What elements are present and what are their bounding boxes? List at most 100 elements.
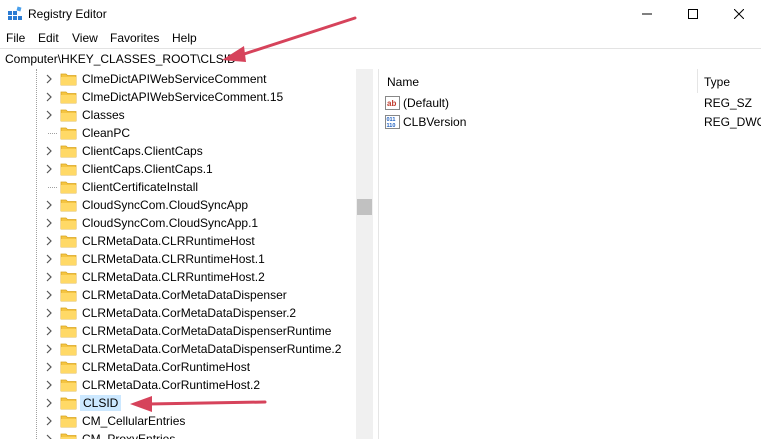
chevron-right-icon[interactable]	[44, 271, 54, 283]
tree-item[interactable]: CLRMetaData.CorMetaDataDispenserRuntime.…	[0, 340, 356, 358]
menu-file[interactable]: File	[6, 31, 25, 45]
tree-item[interactable]: ClientCertificateInstall	[0, 178, 356, 196]
tree-item-label: CloudSyncCom.CloudSyncApp.1	[82, 216, 259, 230]
chevron-right-icon[interactable]	[44, 379, 54, 391]
folder-icon	[60, 343, 77, 356]
folder-icon	[60, 127, 77, 140]
chevron-right-icon[interactable]	[44, 217, 54, 229]
value-name: (Default)	[403, 96, 450, 110]
folder-icon	[60, 73, 77, 86]
value-row[interactable]: 011 110 CLBVersion REG_DWOR	[379, 113, 761, 132]
tree-item[interactable]: CM_CellularEntries	[0, 412, 356, 430]
menu-view[interactable]: View	[72, 31, 98, 45]
registry-editor-icon	[8, 6, 22, 20]
tree-item[interactable]: CloudSyncCom.CloudSyncApp.1	[0, 214, 356, 232]
tree-item[interactable]: ClientCaps.ClientCaps	[0, 142, 356, 160]
minimize-icon	[642, 13, 652, 15]
chevron-right-icon[interactable]	[44, 253, 54, 265]
chevron-right-icon[interactable]	[44, 145, 54, 157]
tree-item-label: Classes	[82, 108, 125, 122]
tree-item[interactable]: CLRMetaData.CLRRuntimeHost.2	[0, 268, 356, 286]
menu-help[interactable]: Help	[172, 31, 197, 45]
chevron-right-icon[interactable]	[44, 361, 54, 373]
svg-text:110: 110	[387, 123, 396, 129]
column-divider[interactable]	[697, 69, 698, 93]
folder-icon	[60, 325, 77, 338]
tree-item[interactable]: ClientCaps.ClientCaps.1	[0, 160, 356, 178]
key-tree[interactable]: ClmeDictAPIWebServiceComment ClmeDictAPIW…	[0, 69, 356, 439]
value-row[interactable]: ab (Default) REG_SZ	[379, 94, 761, 113]
folder-icon	[60, 217, 77, 230]
chevron-right-icon[interactable]	[44, 415, 54, 427]
tree-item[interactable]: ClmeDictAPIWebServiceComment.15	[0, 88, 356, 106]
tree-item-label: ClientCaps.ClientCaps	[82, 144, 203, 158]
string-value-icon: ab	[385, 96, 400, 110]
tree-item-label: ClientCertificateInstall	[82, 180, 199, 194]
folder-icon	[60, 289, 77, 302]
chevron-right-icon[interactable]	[44, 397, 54, 409]
tree-item[interactable]: CM_ProxyEntries	[0, 430, 356, 439]
tree-item-label: CLRMetaData.CLRRuntimeHost.1	[82, 252, 265, 266]
tree-item[interactable]: CLRMetaData.CorMetaDataDispenser	[0, 286, 356, 304]
tree-item[interactable]: CLRMetaData.CorRuntimeHost	[0, 358, 356, 376]
tree-item[interactable]: CleanPC	[0, 124, 356, 142]
folder-icon	[60, 397, 77, 410]
address-path[interactable]: Computer\HKEY_CLASSES_ROOT\CLSID	[5, 52, 236, 66]
folder-icon	[60, 307, 77, 320]
chevron-right-icon[interactable]	[44, 91, 54, 103]
folder-icon	[60, 163, 77, 176]
chevron-right-icon[interactable]	[44, 109, 54, 121]
tree-item[interactable]: CloudSyncCom.CloudSyncApp	[0, 196, 356, 214]
folder-icon	[60, 361, 77, 374]
menu-edit[interactable]: Edit	[38, 31, 59, 45]
folder-icon	[60, 433, 77, 439]
tree-item[interactable]: CLRMetaData.CLRRuntimeHost.1	[0, 250, 356, 268]
tree-item[interactable]: CLRMetaData.CorMetaDataDispenser.2	[0, 304, 356, 322]
address-bar[interactable]: Computer\HKEY_CLASSES_ROOT\CLSID	[0, 48, 761, 70]
tree-item-label: CLRMetaData.CorRuntimeHost	[82, 360, 251, 374]
folder-icon	[60, 253, 77, 266]
chevron-right-icon[interactable]	[44, 307, 54, 319]
folder-icon	[60, 271, 77, 284]
title-bar: Registry Editor	[0, 0, 761, 28]
tree-item-label: CLRMetaData.CorMetaDataDispenserRuntime.…	[82, 342, 342, 356]
chevron-right-icon[interactable]	[44, 199, 54, 211]
folder-icon	[60, 415, 77, 428]
tree-item[interactable]: CLSID	[0, 394, 356, 412]
folder-icon	[60, 91, 77, 104]
tree-item-label: ClmeDictAPIWebServiceComment	[82, 72, 267, 86]
chevron-right-icon[interactable]	[44, 73, 54, 85]
maximize-button[interactable]	[670, 0, 716, 28]
tree-scrollbar[interactable]	[356, 69, 373, 439]
tree-item-label: CM_CellularEntries	[82, 414, 186, 428]
tree-item[interactable]: ClmeDictAPIWebServiceComment	[0, 70, 356, 88]
minimize-button[interactable]	[624, 0, 670, 28]
close-button[interactable]	[716, 0, 761, 28]
value-type: REG_SZ	[704, 96, 753, 110]
folder-icon	[60, 235, 77, 248]
chevron-right-icon[interactable]	[44, 235, 54, 247]
tree-item-label: CLRMetaData.CorRuntimeHost.2	[82, 378, 261, 392]
scroll-thumb[interactable]	[357, 199, 372, 215]
tree-item-label: CLRMetaData.CLRRuntimeHost	[82, 234, 255, 248]
folder-icon	[60, 181, 77, 194]
menu-favorites[interactable]: Favorites	[110, 31, 159, 45]
tree-item-label: CLRMetaData.CorMetaDataDispenser.2	[82, 306, 297, 320]
tree-item[interactable]: CLRMetaData.CorRuntimeHost.2	[0, 376, 356, 394]
tree-item[interactable]: Classes	[0, 106, 356, 124]
chevron-right-icon[interactable]	[44, 163, 54, 175]
folder-icon	[60, 109, 77, 122]
tree-connector	[48, 187, 57, 188]
tree-item-label: CleanPC	[82, 126, 131, 140]
svg-text:ab: ab	[387, 99, 396, 108]
values-list[interactable]: Name Type ab (Default) REG_SZ 011 110 CL…	[379, 69, 761, 439]
chevron-right-icon[interactable]	[44, 433, 54, 439]
tree-item-label: ClientCaps.ClientCaps.1	[82, 162, 213, 176]
chevron-right-icon[interactable]	[44, 289, 54, 301]
value-name: CLBVersion	[403, 115, 467, 129]
tree-item[interactable]: CLRMetaData.CorMetaDataDispenserRuntime	[0, 322, 356, 340]
chevron-right-icon[interactable]	[44, 325, 54, 337]
chevron-right-icon[interactable]	[44, 343, 54, 355]
folder-icon	[60, 199, 77, 212]
tree-item[interactable]: CLRMetaData.CLRRuntimeHost	[0, 232, 356, 250]
